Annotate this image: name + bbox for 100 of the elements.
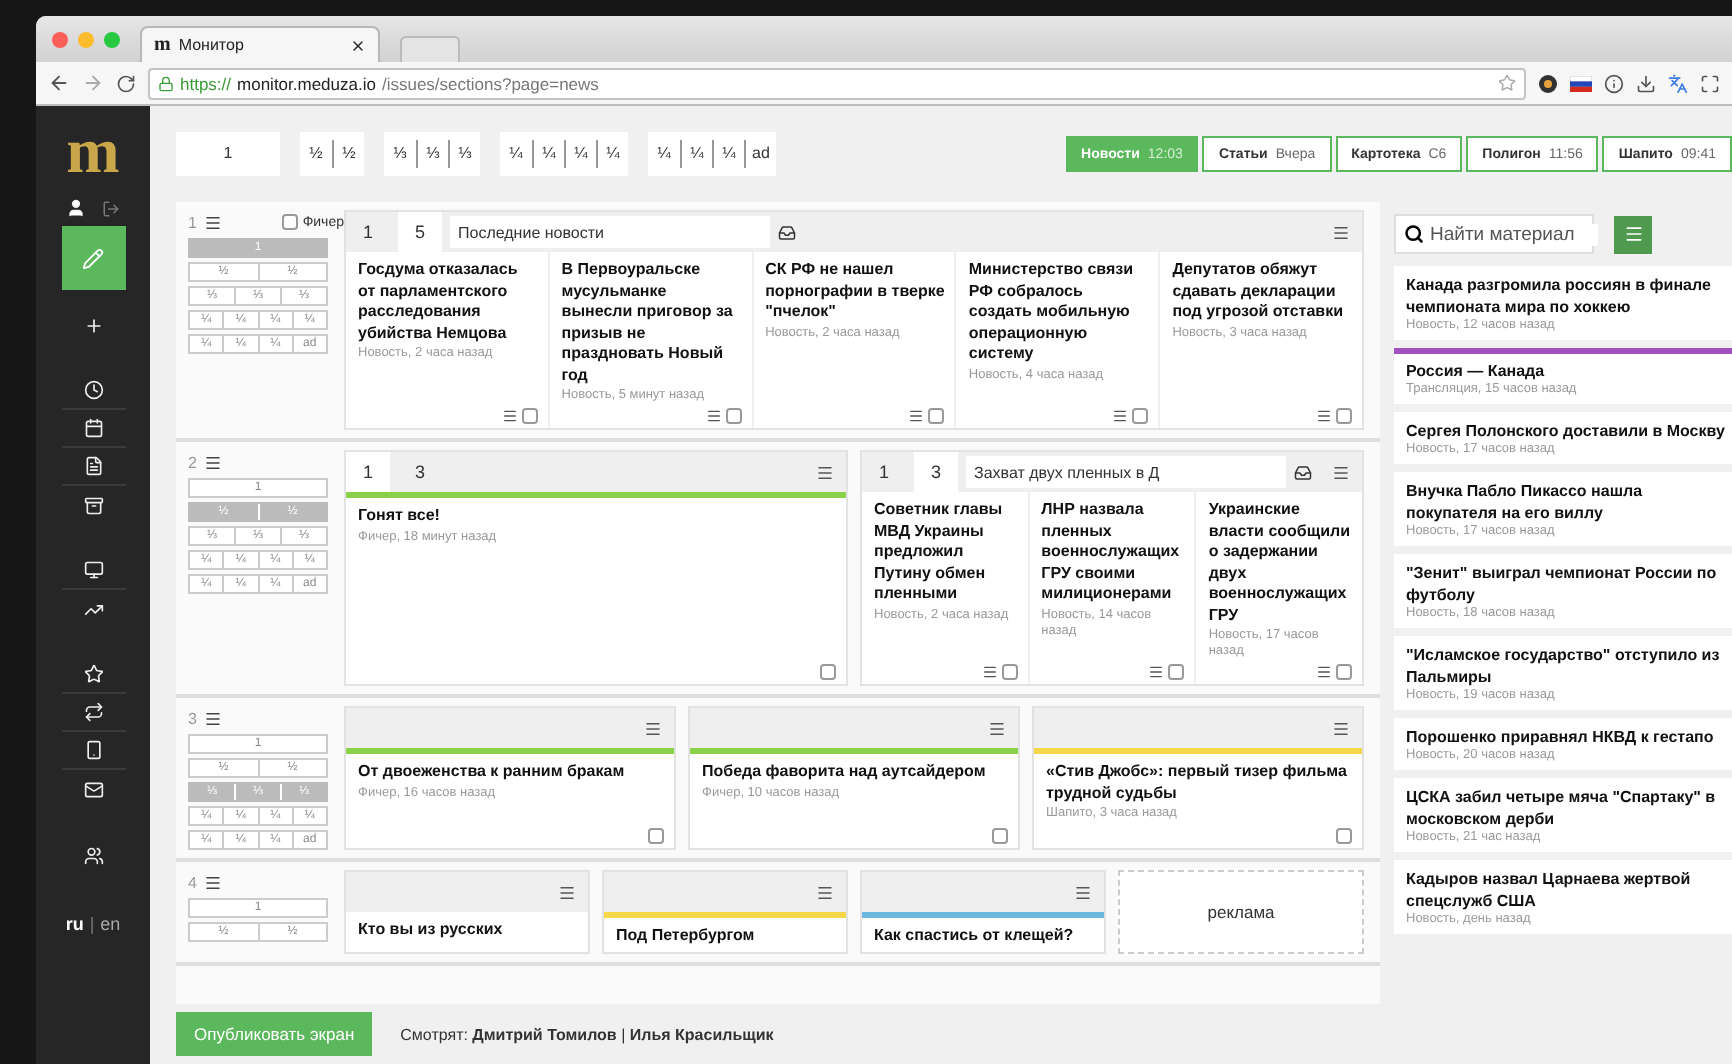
menu-icon[interactable] [1112, 408, 1129, 424]
news-card[interactable]: Как спастись от клещей? [862, 918, 1104, 951]
feed-title: Внучка Пабло Пикассо нашла покупателя на его виллу [1406, 480, 1645, 524]
tray-icon[interactable] [778, 223, 796, 241]
menu-icon[interactable] [988, 719, 1006, 737]
card-title: Украинские власти сообщили о задержании двух военнослужащих ГРУ [1208, 500, 1353, 626]
card-checkbox[interactable] [1132, 408, 1149, 424]
menu-icon[interactable] [1315, 408, 1332, 424]
menu-button[interactable] [1614, 215, 1652, 253]
star-icon[interactable] [1498, 74, 1516, 92]
menu-icon[interactable] [908, 408, 925, 424]
card-checkbox[interactable] [1336, 828, 1352, 844]
info-icon[interactable] [1604, 73, 1624, 93]
menu-icon[interactable] [1332, 463, 1350, 481]
translate-icon[interactable] [1668, 73, 1688, 93]
news-card[interactable]: Под Петербургом [604, 918, 846, 951]
news-card[interactable]: Кто вы из русских [346, 912, 588, 951]
back-icon[interactable] [48, 72, 70, 94]
menu-icon[interactable] [558, 883, 576, 901]
color-wheel-icon[interactable] [1538, 73, 1558, 93]
address-field[interactable]: https:// monitor.meduza.io /issues/sections?page=news [148, 67, 1526, 99]
menu-icon[interactable] [204, 873, 223, 891]
menu-icon[interactable] [705, 408, 722, 424]
block-tab[interactable]: 5 [398, 212, 442, 252]
browser-tab[interactable]: m Монитор [140, 26, 380, 62]
language-link[interactable]: en [100, 914, 121, 934]
phone-icon[interactable] [83, 740, 103, 760]
menu-icon[interactable] [1332, 719, 1350, 737]
flag-icon[interactable] [1570, 75, 1592, 91]
card-title: Кто вы из русских [358, 920, 505, 941]
block-title-field[interactable]: Последние новости [450, 216, 770, 248]
menu-icon[interactable] [1316, 664, 1333, 680]
menu-icon[interactable] [204, 213, 223, 231]
block-title-field[interactable]: Захват двух пленных в Д [966, 456, 1286, 488]
card-title: Как спастись от клещей? [874, 926, 1076, 947]
card-checkbox[interactable] [1168, 664, 1185, 680]
logout-icon[interactable] [102, 199, 120, 217]
menu-icon[interactable] [981, 664, 998, 680]
row-number: 1 [188, 213, 197, 231]
layout-button[interactable]: 1 [176, 132, 280, 176]
menu-icon[interactable] [501, 408, 518, 424]
block-tab[interactable]: 3 [914, 452, 958, 492]
clock-icon[interactable] [83, 380, 103, 400]
menu-icon[interactable] [204, 709, 223, 727]
feed-title: Сергея Полонского доставили в Москву [1406, 420, 1726, 442]
card-checkbox[interactable] [992, 828, 1008, 844]
url-host: monitor.meduza.io [237, 73, 376, 93]
block-tab[interactable]: 1 [346, 452, 390, 492]
card-checkbox[interactable] [820, 664, 836, 680]
card-checkbox[interactable] [521, 408, 538, 424]
card-title: ЛНР назвала пленных военнослужащих ГРУ своими милиционерами [1041, 500, 1182, 605]
archive-icon[interactable] [83, 495, 103, 515]
calendar-icon[interactable] [83, 418, 103, 438]
search-field[interactable]: Найти материал [1394, 214, 1594, 254]
menu-icon[interactable] [644, 719, 662, 737]
row-number: 3 [188, 709, 197, 727]
ad-label: реклама [1207, 901, 1275, 922]
user-icon[interactable] [66, 198, 86, 218]
menu-icon[interactable] [816, 463, 834, 481]
menu-icon[interactable] [1332, 223, 1350, 241]
card-checkbox[interactable] [928, 408, 945, 424]
tray-icon[interactable] [1294, 463, 1312, 481]
layout-button[interactable]: ½ ½ [300, 132, 364, 176]
plus-icon[interactable] [83, 315, 103, 335]
card-checkbox[interactable] [1335, 408, 1352, 424]
layout-button[interactable]: ⅓ ⅓ ⅓ [384, 132, 480, 176]
monitor-icon[interactable] [83, 560, 103, 580]
feed-title: Россия — Канада [1406, 360, 1547, 382]
card-title: Депутатов обяжут сдавать декларации под угрозой отставки [1172, 260, 1346, 323]
card-title: Победа фаворита над аутсайдером [702, 762, 988, 783]
fullscreen-icon[interactable] [1700, 73, 1720, 93]
card-checkbox[interactable] [1001, 664, 1018, 680]
language-link[interactable]: ru [65, 914, 84, 934]
card-title: Под Петербургом [616, 926, 757, 947]
card-checkbox[interactable] [725, 408, 742, 424]
card-title: Госдума отказалась от парламентского расследования убийства Немцова [358, 260, 520, 344]
menu-icon[interactable] [816, 883, 834, 901]
url-path: /issues/sections?page=news [381, 73, 601, 93]
card-title: «Стив Джобс»: первый тизер фильма трудной судьбы [1046, 762, 1349, 804]
card-checkbox[interactable] [648, 828, 664, 844]
card-title: Советник главы МВД Украины предложил Путину обмен пленными [874, 500, 1005, 605]
download-icon[interactable] [1636, 73, 1656, 93]
tab-title: Монитор [178, 36, 246, 54]
close-icon[interactable] [350, 37, 366, 53]
mail-icon[interactable] [83, 779, 103, 799]
layout-button[interactable]: ¼ ¼ ¼ ¼ [500, 132, 628, 176]
menu-icon[interactable] [1074, 883, 1092, 901]
logo[interactable]: m [66, 118, 120, 198]
reload-icon[interactable] [116, 73, 136, 93]
url-scheme: https:// [180, 73, 232, 93]
viewers-text: Смотрят: Дмитрий Томилов | Илья Красильщик [400, 1025, 774, 1043]
chart-icon[interactable] [83, 599, 103, 619]
layout-button[interactable]: ¼ ¼ ¼ ad [648, 132, 776, 176]
menu-icon[interactable] [1148, 664, 1165, 680]
separator: | [89, 914, 95, 934]
repeat-icon[interactable] [83, 702, 103, 722]
document-icon[interactable] [83, 456, 103, 476]
users-icon[interactable] [83, 845, 103, 865]
card-checkbox[interactable] [1336, 664, 1353, 680]
menu-icon[interactable] [204, 453, 223, 471]
